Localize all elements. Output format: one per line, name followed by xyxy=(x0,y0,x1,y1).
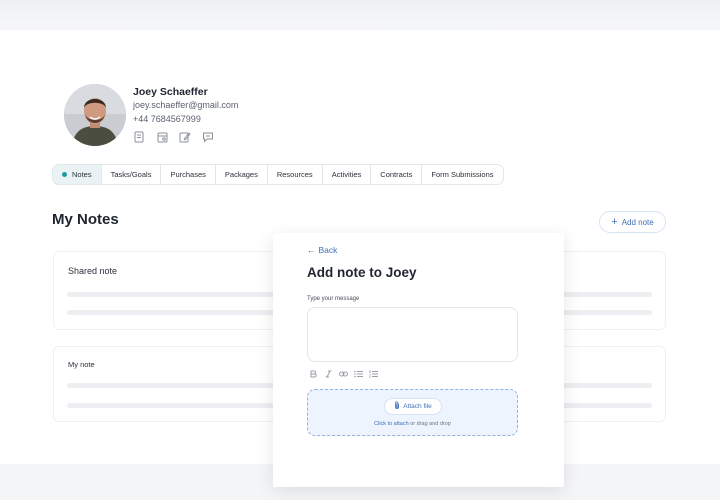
tab-packages[interactable]: Packages xyxy=(216,165,268,184)
plus-icon: + xyxy=(611,215,618,228)
avatar xyxy=(64,84,126,146)
profile-name: Joey Schaeffer xyxy=(133,86,208,98)
tab-label: Packages xyxy=(224,170,258,179)
attach-file-label: Attach file xyxy=(403,403,432,410)
note-title: Shared note xyxy=(68,266,118,276)
message-field-label: Type your message xyxy=(307,296,360,302)
add-note-button[interactable]: + Add note xyxy=(599,211,666,233)
contact-actions xyxy=(132,130,215,143)
top-background-band xyxy=(0,0,720,30)
tab-notes[interactable]: Notes xyxy=(53,165,102,184)
tab-label: Contracts xyxy=(380,170,413,179)
document-icon[interactable] xyxy=(132,130,146,143)
link-icon[interactable] xyxy=(339,369,348,378)
chat-icon[interactable] xyxy=(201,130,215,143)
tab-purchases[interactable]: Purchases xyxy=(161,165,216,184)
profile-email: joey.schaeffer@gmail.com xyxy=(133,100,239,110)
tab-contracts[interactable]: Contracts xyxy=(371,165,423,184)
tab-label: Purchases xyxy=(170,170,206,179)
tab-label: Resources xyxy=(276,170,313,179)
tab-tasks-goals[interactable]: Tasks/Goals xyxy=(102,165,162,184)
note-title: My note xyxy=(68,360,95,369)
modal-title: Add note to Joey xyxy=(307,265,417,280)
back-link[interactable]: ← Back xyxy=(307,245,337,255)
tab-activities[interactable]: Activities xyxy=(323,165,372,184)
add-note-label: Add note xyxy=(621,217,654,227)
tab-label: Notes xyxy=(72,170,92,179)
drop-hint: Click to attach or drag and drop xyxy=(308,421,517,427)
tab-label: Activities xyxy=(331,170,362,179)
bullet-list-icon[interactable] xyxy=(354,369,363,378)
bold-icon[interactable] xyxy=(309,369,318,378)
drop-hint-rest: or drag and drop xyxy=(408,421,451,427)
file-drop-zone[interactable]: Attach file Click to attach or drag and … xyxy=(307,389,518,436)
back-label: Back xyxy=(318,245,338,255)
click-to-attach-link[interactable]: Click to attach xyxy=(374,421,409,427)
tab-form-submissions[interactable]: Form Submissions xyxy=(422,165,502,184)
tab-label: Form Submissions xyxy=(431,170,494,179)
add-note-modal: ← Back Add note to Joey Type your message… xyxy=(273,233,564,487)
page-title: My Notes xyxy=(52,211,119,228)
attach-file-button[interactable]: Attach file xyxy=(384,398,442,415)
formatting-toolbar xyxy=(309,369,378,378)
message-input[interactable] xyxy=(307,307,518,362)
tab-label: Tasks/Goals xyxy=(110,170,152,179)
edit-note-icon[interactable] xyxy=(178,130,192,143)
paperclip-icon xyxy=(394,401,400,412)
profile-phone: +44 7684567999 xyxy=(133,114,201,124)
active-dot-icon xyxy=(62,172,67,177)
arrow-left-icon: ← xyxy=(307,245,316,255)
tab-resources[interactable]: Resources xyxy=(268,165,323,184)
numbered-list-icon[interactable] xyxy=(369,369,378,378)
profile-tabs: Notes Tasks/Goals Purchases Packages Res… xyxy=(52,164,504,185)
italic-icon[interactable] xyxy=(324,369,333,378)
calendar-icon[interactable] xyxy=(155,130,169,143)
